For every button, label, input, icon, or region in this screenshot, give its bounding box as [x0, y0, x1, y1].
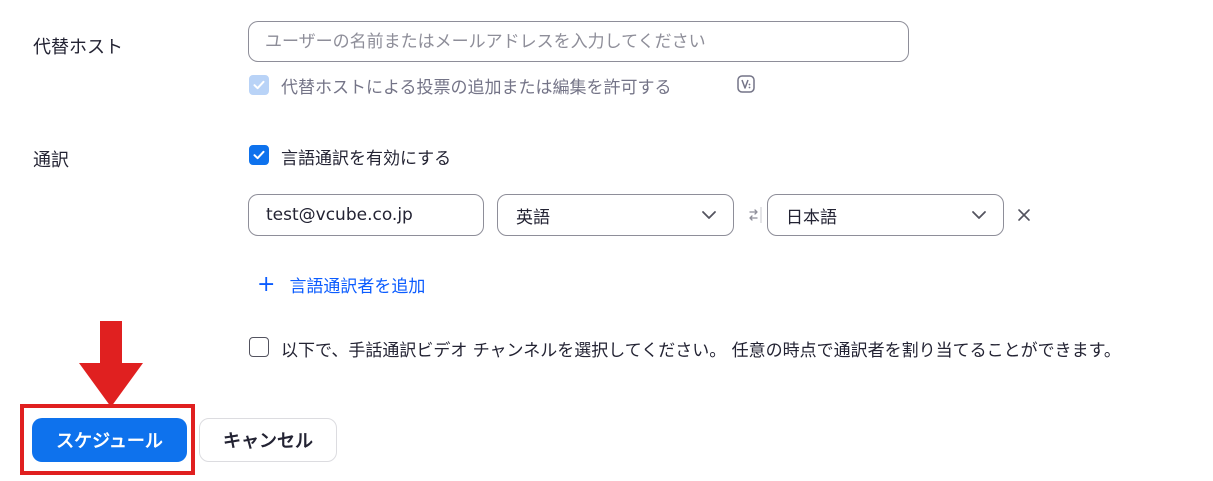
to-language-value: 日本語 [786, 207, 837, 228]
from-language-select[interactable]: 英語 [497, 194, 734, 236]
interpreter-email-value: test@vcube.co.jp [266, 205, 413, 225]
schedule-button[interactable]: スケジュール [32, 418, 187, 462]
swap-languages-icon[interactable] [748, 206, 762, 228]
meeting-schedule-form: 代替ホスト 代替ホストによる投票の追加または編集を許可する 通訳 言語通訳を有効… [0, 0, 1213, 481]
arrow-down-icon [79, 321, 143, 411]
vote-info-icon[interactable] [737, 75, 755, 97]
chevron-down-icon [702, 211, 716, 219]
cancel-button[interactable]: キャンセル [199, 418, 337, 462]
enable-interpretation-checkbox[interactable] [249, 145, 269, 165]
alt-host-label: 代替ホスト [33, 37, 123, 58]
check-icon [253, 80, 265, 90]
to-language-select[interactable]: 日本語 [767, 194, 1004, 236]
chevron-down-icon [972, 211, 986, 219]
poll-permission-checkbox[interactable] [249, 75, 269, 95]
interpreter-email-field[interactable]: test@vcube.co.jp [248, 194, 484, 236]
add-interpreter-label: 言語通訳者を追加 [289, 277, 426, 297]
remove-interpreter-icon[interactable] [1017, 207, 1031, 226]
alt-host-input[interactable] [248, 21, 909, 62]
plus-icon: + [257, 271, 276, 297]
check-icon [253, 150, 265, 160]
enable-interpretation-label: 言語通訳を有効にする [281, 149, 452, 169]
from-language-value: 英語 [516, 207, 550, 228]
add-interpreter-link[interactable]: + 言語通訳者を追加 [257, 272, 425, 297]
poll-permission-label: 代替ホストによる投票の追加または編集を許可する [281, 78, 672, 98]
sign-language-checkbox[interactable] [249, 337, 269, 357]
sign-language-label: 以下で、手話通訳ビデオ チャンネルを選択してください。 任意の時点で通訳者を割り… [281, 341, 1121, 361]
interpretation-label: 通訳 [33, 150, 69, 171]
